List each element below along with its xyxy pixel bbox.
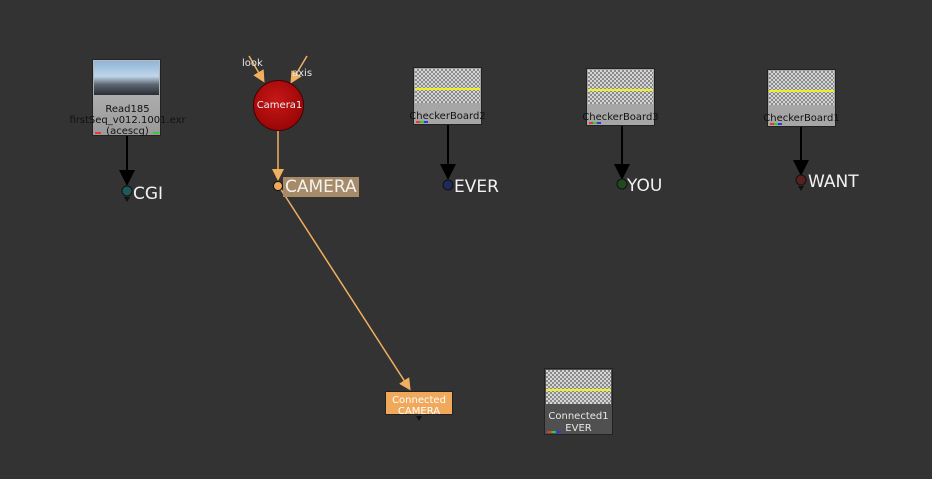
channel-red-indicator: [95, 132, 101, 134]
node-graph[interactable]: look axis Read185 firstSeq_v012.1001.exr…: [0, 0, 932, 479]
dot-camera-label: CAMERA: [283, 177, 359, 197]
checkerboard3-name: CheckerBoard3: [582, 112, 659, 123]
checkerboard1-name: CheckerBoard1: [763, 113, 840, 124]
checker-thumbnail: [415, 69, 480, 103]
camera-input-look-label: look: [242, 58, 263, 69]
camera-node[interactable]: Camera1: [253, 80, 304, 131]
connected-camera-line2: CAMERA: [397, 406, 441, 417]
channel-indicator: [770, 123, 782, 125]
channel-indicator: [547, 431, 561, 433]
read-thumbnail: [94, 61, 159, 95]
checker-line: [415, 88, 480, 90]
connected-camera-name: Connected CAMERA: [386, 395, 452, 417]
dot-ever-circle[interactable]: [442, 179, 454, 191]
connected1-sub: EVER: [565, 423, 592, 434]
dot-want-circle[interactable]: [795, 174, 807, 186]
dot-want-tail: [798, 186, 804, 191]
channel-indicator: [416, 121, 428, 123]
checker-line: [546, 389, 611, 391]
checkerboard3-node[interactable]: CheckerBoard3: [582, 68, 659, 126]
camera-input-axis-label: axis: [292, 68, 313, 79]
dot-want-label: WANT: [808, 172, 859, 192]
dot-cgi-tail: [124, 197, 130, 202]
read-node-name: Read185: [105, 104, 150, 115]
checker-line: [588, 89, 653, 91]
checker-thumbnail: [546, 370, 611, 404]
checkerboard1-node[interactable]: CheckerBoard1: [763, 69, 840, 127]
connected1-name: Connected1: [548, 411, 609, 422]
connected-camera-line1: Connected: [392, 395, 446, 406]
checker-line: [769, 90, 834, 92]
read-node-file: firstSeq_v012.1001.exr: [69, 115, 186, 126]
channel-green-indicator: [153, 132, 159, 134]
checker-thumbnail: [769, 71, 834, 105]
dot-you-circle[interactable]: [616, 178, 628, 190]
dot-cgi-label: CGI: [133, 184, 164, 204]
pipe-camera-connected[interactable]: [279, 187, 411, 391]
dot-cgi-circle[interactable]: [121, 185, 133, 197]
connected1-node[interactable]: Connected1 EVER: [544, 368, 613, 435]
channel-indicator: [589, 122, 601, 124]
checkerboard2-node[interactable]: CheckerBoard2: [409, 67, 486, 125]
connected-camera-node[interactable]: Connected CAMERA: [385, 391, 453, 417]
dot-ever-label: EVER: [454, 177, 499, 197]
checkerboard2-name: CheckerBoard2: [409, 111, 486, 122]
checker-thumbnail: [588, 70, 653, 104]
read-node-colorspace: (acescg): [106, 126, 149, 137]
dot-you-label: YOU: [627, 176, 663, 196]
dot-camera-circle[interactable]: [273, 181, 283, 191]
camera-node-name: Camera1: [256, 100, 303, 111]
read-node[interactable]: Read185 firstSeq_v012.1001.exr (acescg): [69, 59, 186, 137]
